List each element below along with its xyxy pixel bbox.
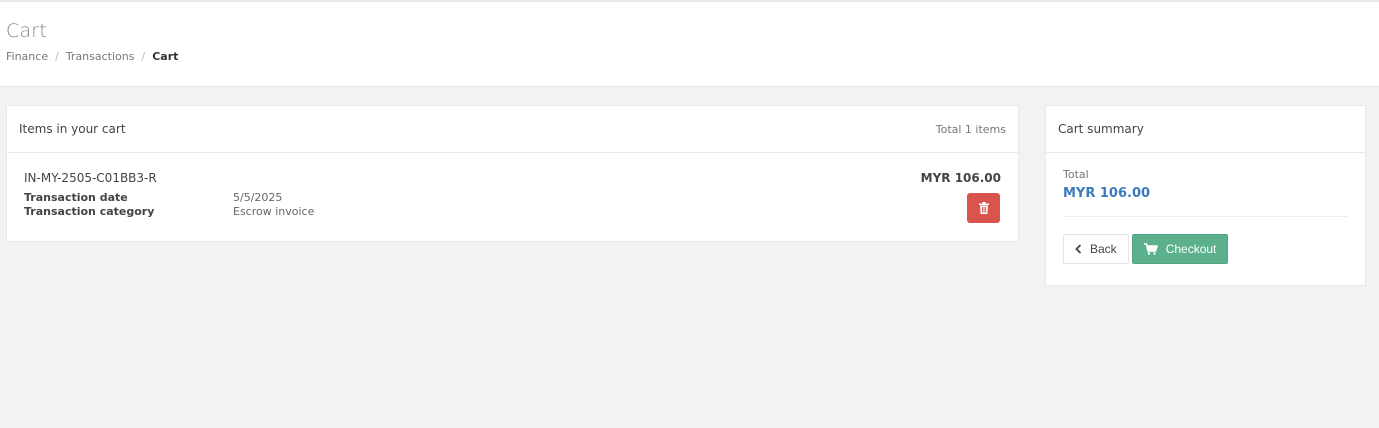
item-field-row: Transaction date 5/5/2025 <box>24 191 1001 205</box>
back-button[interactable]: Back <box>1063 234 1129 264</box>
total-value: MYR 106.00 <box>1063 186 1151 201</box>
breadcrumb: Finance / Transactions / Cart <box>6 50 1373 63</box>
shopping-cart-icon <box>1143 243 1158 255</box>
page-title: Cart <box>6 20 47 42</box>
cart-items-title: Items in your cart <box>19 122 126 136</box>
cart-summary-heading: Cart summary <box>1046 106 1365 153</box>
breadcrumb-separator: / <box>55 50 59 63</box>
item-field-row: Transaction category Escrow invoice <box>24 205 1001 219</box>
breadcrumb-cart: Cart <box>152 50 179 63</box>
chevron-left-icon <box>1075 244 1082 254</box>
total-label: Total <box>1063 168 1089 181</box>
cart-total-items: Total 1 items <box>935 122 1006 136</box>
item-field-value: Escrow invoice <box>233 205 315 218</box>
back-button-label: Back <box>1090 242 1117 256</box>
checkout-button[interactable]: Checkout <box>1131 234 1229 264</box>
main-content: Items in your cart Total 1 items IN-MY-2… <box>0 87 1379 428</box>
cart-summary-panel: Cart summary Total MYR 106.00 Back Check… <box>1045 105 1366 286</box>
item-field-label: Transaction category <box>24 205 155 218</box>
cart-summary-title: Cart summary <box>1058 122 1144 136</box>
cart-items-heading: Items in your cart Total 1 items <box>7 106 1018 153</box>
item-field-value: 5/5/2025 <box>233 191 283 204</box>
item-price: MYR 106.00 <box>920 171 1001 185</box>
breadcrumb-separator: / <box>141 50 146 63</box>
trash-icon <box>978 202 989 214</box>
cart-item: IN-MY-2505-C01BB3-R Transaction date 5/5… <box>7 153 1018 237</box>
cart-items-panel: Items in your cart Total 1 items IN-MY-2… <box>6 105 1019 242</box>
item-field-label: Transaction date <box>24 191 128 204</box>
divider <box>1063 216 1348 217</box>
delete-item-button[interactable] <box>967 193 1000 223</box>
breadcrumb-transactions[interactable]: Transactions <box>66 50 135 63</box>
breadcrumb-finance[interactable]: Finance <box>6 50 48 63</box>
cart-summary-body: Total MYR 106.00 Back Checkout <box>1046 153 1365 264</box>
item-transaction-id: IN-MY-2505-C01BB3-R <box>24 171 157 185</box>
summary-actions: Back Checkout <box>1063 234 1348 264</box>
checkout-button-label: Checkout <box>1165 242 1217 256</box>
page-header: Cart Finance / Transactions / Cart <box>0 2 1379 87</box>
